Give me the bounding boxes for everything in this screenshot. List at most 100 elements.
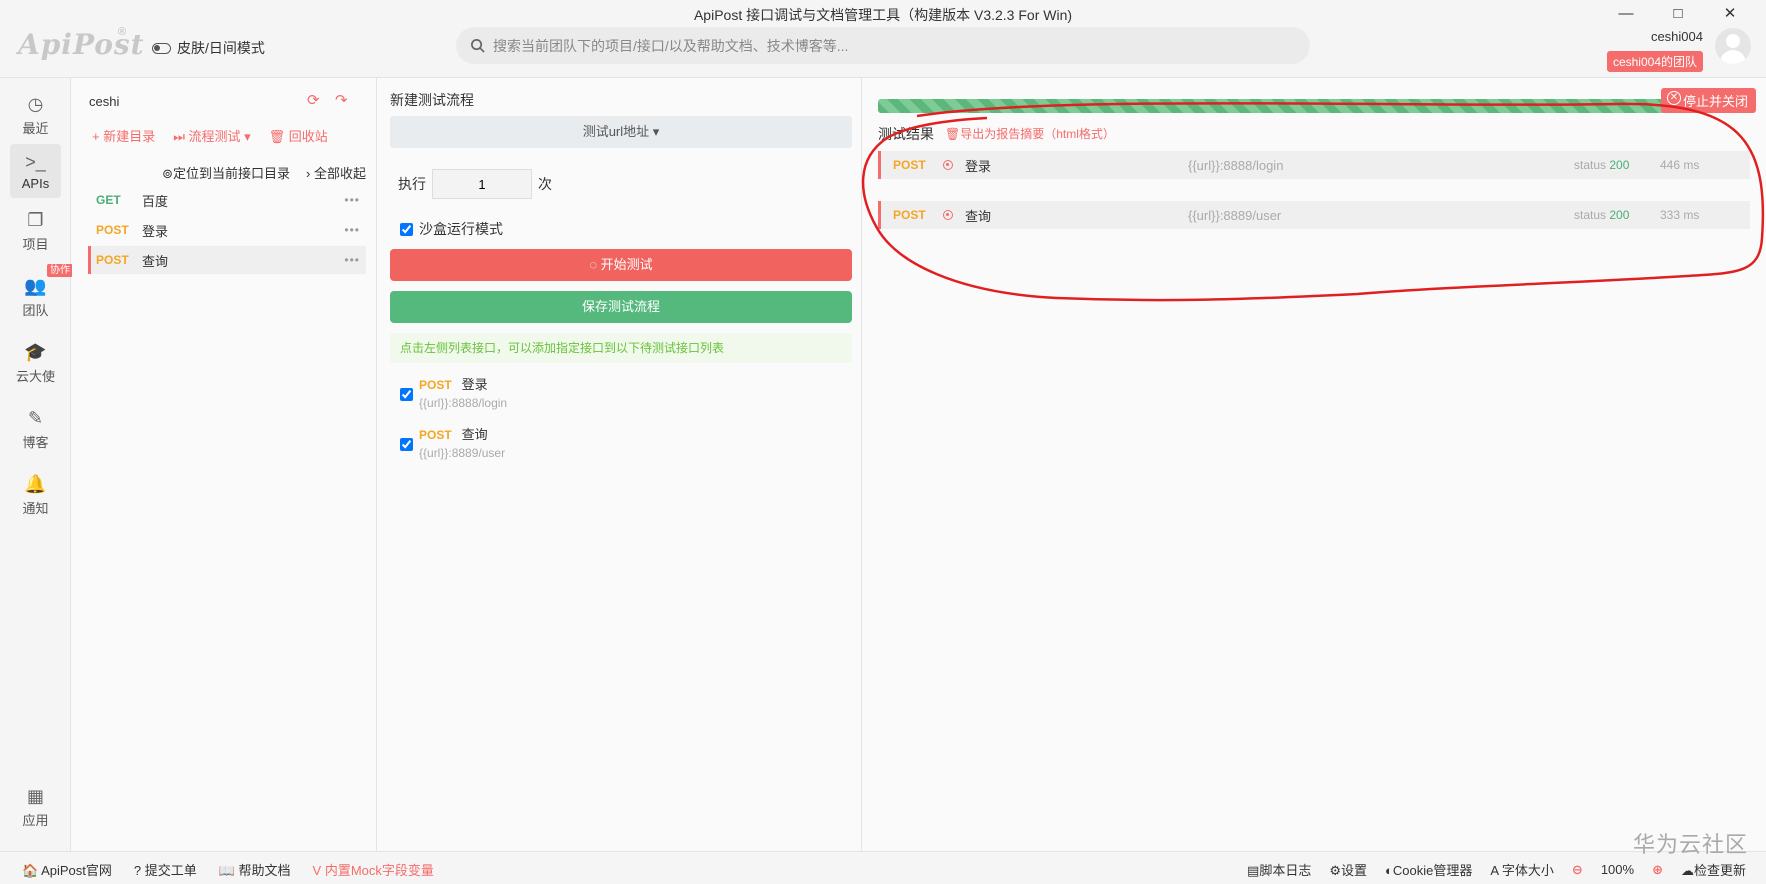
loading-icon: ◌	[589, 257, 598, 272]
recycle-bin-button[interactable]: 🗑 回收站	[269, 126, 328, 145]
cloud-icon: ☁	[1680, 863, 1694, 878]
registered-mark: ®	[118, 26, 127, 38]
bell-icon: 🔔	[24, 474, 47, 494]
flow-method: POST	[419, 428, 452, 442]
toggle-icon	[152, 42, 171, 54]
nav-label: 团队	[22, 303, 49, 318]
check-update-button[interactable]: ☁检查更新	[1681, 860, 1746, 879]
flow-name: 查询	[461, 427, 488, 442]
nav-apis[interactable]: >_ APIs	[10, 144, 61, 198]
result-method: POST	[893, 158, 926, 172]
minimize-button[interactable]: —	[1600, 2, 1652, 26]
locate-current-button[interactable]: ⊚定位到当前接口目录	[162, 163, 290, 182]
nav-team[interactable]: 👥 团队 协作	[10, 264, 73, 322]
result-time: 333 ms	[1660, 208, 1700, 222]
refresh-icon[interactable]: ⟳	[307, 91, 320, 109]
maximize-button[interactable]: □	[1652, 2, 1704, 26]
status-code: 200	[1609, 158, 1630, 172]
cookie-manager-button[interactable]: ◐Cookie管理器	[1385, 860, 1472, 879]
record-icon	[943, 210, 953, 220]
cookie-icon: ◐	[1385, 863, 1393, 878]
sandbox-checkbox[interactable]	[400, 222, 413, 236]
help-docs-link[interactable]: 📖 帮助文档	[219, 860, 291, 879]
nav-blog[interactable]: ✎ 博客	[10, 400, 61, 454]
result-row[interactable]: POST 登录 {{url}}:8888/login status 200 44…	[878, 151, 1750, 179]
project-icon: ❐	[27, 210, 44, 230]
result-row[interactable]: POST 查询 {{url}}:8889/user status 200 333…	[878, 201, 1750, 229]
nav-ambassador[interactable]: 🎓 云大使	[10, 334, 61, 388]
hint-text: 点击左侧列表接口，可以添加指定接口到以下待测试接口列表	[390, 333, 852, 363]
tree-actions: + 新建目录 ⏭ 流程测试 ▾ 🗑 回收站	[92, 126, 328, 145]
flow-test-button[interactable]: ⏭ 流程测试 ▾	[173, 126, 250, 145]
api-row[interactable]: POST 登录 •••	[88, 216, 366, 244]
more-icon[interactable]: •••	[344, 253, 360, 267]
title-bar: ApiPost 接口调试与文档管理工具（构建版本 V3.2.3 For Win)…	[0, 0, 1766, 78]
mock-vars-link[interactable]: V 内置Mock字段变量	[313, 860, 434, 879]
flow-name: 登录	[461, 377, 488, 392]
api-method: POST	[96, 253, 129, 267]
exec-count-input[interactable]	[432, 169, 532, 199]
nav-label: 博客	[22, 435, 49, 450]
status-code: 200	[1609, 208, 1630, 222]
nav-projects[interactable]: ❐ 项目	[10, 202, 61, 256]
settings-button[interactable]: ⚙设置	[1329, 860, 1367, 879]
submit-ticket-link[interactable]: ? 提交工单	[134, 860, 197, 879]
nav-notify[interactable]: 🔔 通知	[10, 466, 61, 520]
zoom-in-icon[interactable]: ⊕	[1652, 862, 1663, 878]
api-name: 登录	[142, 223, 169, 239]
test-progress-bar	[878, 99, 1750, 113]
api-row-selected[interactable]: POST 查询 •••	[88, 246, 366, 274]
official-site-link[interactable]: 🏠 ApiPost官网	[22, 860, 112, 879]
results-title: 测试结果	[878, 126, 934, 142]
search-input[interactable]	[493, 37, 1253, 54]
result-status: status 200	[1574, 208, 1660, 222]
stop-close-button[interactable]: 停止并关闭	[1660, 88, 1756, 113]
status-label: status	[1574, 158, 1607, 172]
api-name: 百度	[142, 193, 169, 209]
font-size-label: A 字体大小	[1490, 863, 1554, 878]
script-log-label: 脚本日志	[1259, 863, 1312, 878]
flow-item[interactable]: POST 登录 {{url}}:8888/login	[400, 374, 507, 410]
skin-toggle[interactable]: 皮肤/日间模式	[152, 38, 265, 58]
exec-label: 执行	[398, 176, 426, 192]
trash-icon: 🗑	[945, 127, 961, 141]
flow-item-body: POST 查询 {{url}}:8889/user	[419, 424, 505, 460]
flow-url: {{url}}:8889/user	[419, 446, 506, 460]
exec-count-row: 执行 次	[398, 169, 552, 199]
start-test-label: 开始测试	[600, 257, 653, 272]
result-name: 查询	[965, 208, 992, 224]
result-time: 446 ms	[1660, 158, 1700, 172]
flow-editor-panel: 新建测试流程 测试url地址 ▾ 执行 次 沙盒运行模式 ◌ 开始测试 保存测试…	[378, 78, 862, 851]
more-icon[interactable]: •••	[344, 223, 360, 237]
result-status: status 200	[1574, 158, 1660, 172]
start-test-button[interactable]: ◌ 开始测试	[390, 249, 852, 281]
more-icon[interactable]: •••	[344, 193, 360, 207]
script-log-button[interactable]: ▤脚本日志	[1247, 860, 1311, 879]
save-flow-button[interactable]: 保存测试流程	[390, 291, 852, 323]
global-search[interactable]	[456, 27, 1310, 64]
user-name[interactable]: ceshi004	[1651, 29, 1703, 44]
collapse-all-button[interactable]: › 全部收起	[306, 163, 366, 182]
status-label: status	[1574, 208, 1607, 222]
team-badge[interactable]: ceshi004的团队	[1606, 51, 1703, 72]
sandbox-mode[interactable]: 沙盒运行模式	[400, 219, 503, 239]
export-report-link[interactable]: 🗑导出为报告摘要（html格式）	[945, 125, 1115, 142]
share-icon[interactable]: ↷	[335, 91, 348, 109]
url-env-select[interactable]: 测试url地址 ▾	[390, 116, 852, 148]
nav-recent[interactable]: ◷ 最近	[10, 86, 61, 140]
result-method: POST	[893, 208, 926, 222]
flow-item-checkbox[interactable]	[400, 429, 413, 460]
avatar[interactable]	[1715, 28, 1751, 64]
log-icon: ▤	[1247, 863, 1260, 878]
team-icon: 👥	[24, 276, 47, 296]
nav-apps[interactable]: ▦ 应用	[10, 778, 61, 832]
flow-url: {{url}}:8888/login	[419, 396, 508, 410]
new-folder-button[interactable]: + 新建目录	[92, 126, 155, 145]
close-button[interactable]: ✕	[1704, 2, 1756, 26]
flow-item[interactable]: POST 查询 {{url}}:8889/user	[400, 424, 505, 460]
grid-icon: ▦	[26, 786, 44, 806]
flow-item-checkbox[interactable]	[400, 379, 413, 410]
api-tree-panel: ceshi ⟳ ↷ + 新建目录 ⏭ 流程测试 ▾ 🗑 回收站 ⊚定位到当前接口…	[72, 78, 377, 851]
api-row[interactable]: GET 百度 •••	[88, 186, 366, 214]
zoom-out-icon[interactable]: ⊖	[1572, 862, 1583, 878]
